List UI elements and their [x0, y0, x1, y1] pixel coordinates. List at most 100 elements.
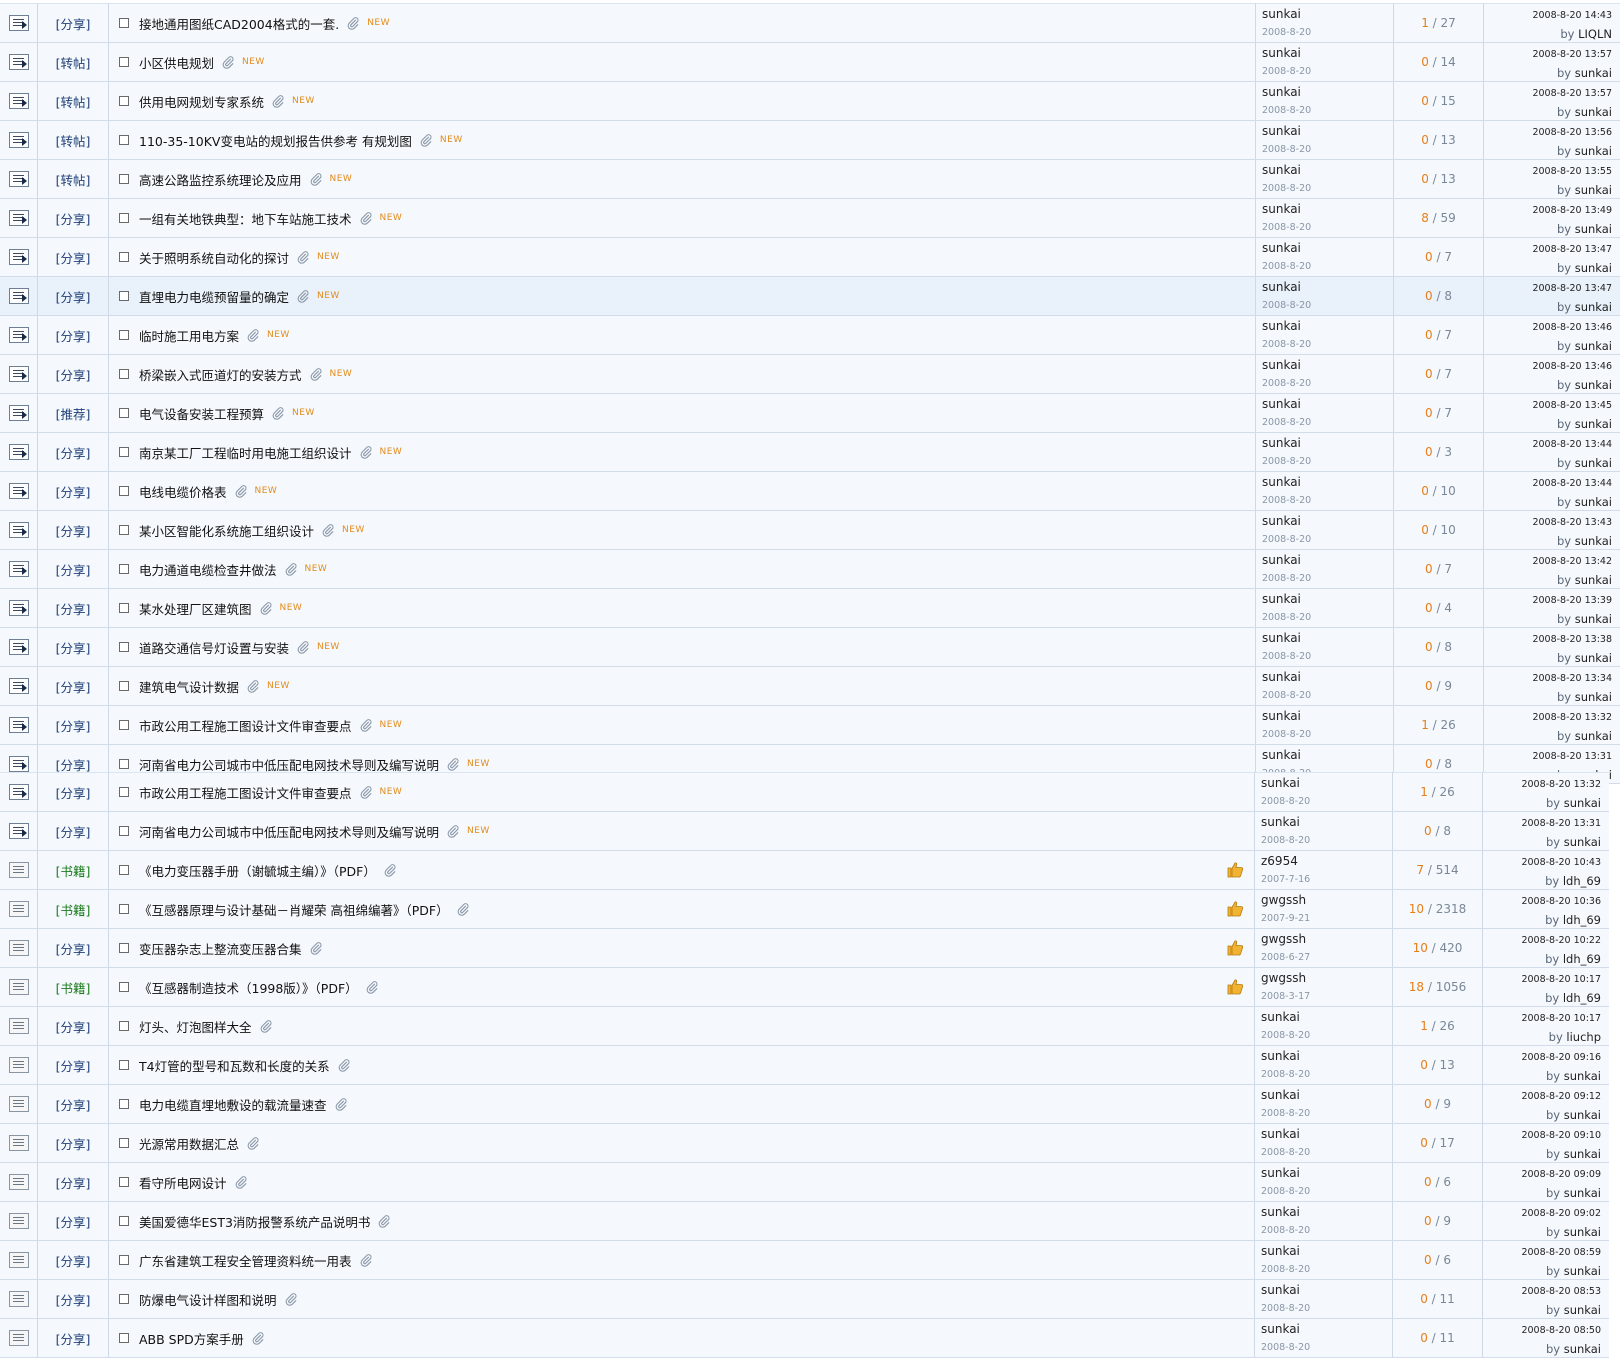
thread-title-link[interactable]: 灯头、灯泡图样大全 [139, 1020, 252, 1035]
thread-type-link[interactable]: [分享] [56, 446, 91, 461]
thread-title-link[interactable]: 电力电缆直埋地敷设的载流量速查 [139, 1098, 327, 1113]
thread-type-link[interactable]: [分享] [56, 641, 91, 656]
table-row[interactable]: [分享] 桥梁嵌入式匝道灯的安装方式 NEW sunkai 2008-8-20 0… [0, 354, 1620, 394]
thread-title-link[interactable]: 某水处理厂区建筑图 [139, 602, 252, 617]
last-post-time-link[interactable]: 2008-8-20 13:31 [1484, 751, 1612, 762]
thread-type-link[interactable]: [分享] [56, 1137, 91, 1152]
thread-type-link[interactable]: [分享] [56, 942, 91, 957]
thread-type-link[interactable]: [分享] [56, 680, 91, 695]
last-post-time-link[interactable]: 2008-8-20 10:17 [1483, 974, 1601, 985]
last-poster-link[interactable]: sunkai [1575, 573, 1612, 587]
author-link[interactable]: sunkai [1262, 670, 1393, 684]
last-poster-link[interactable]: ldh_69 [1563, 874, 1601, 888]
last-post-time-link[interactable]: 2008-8-20 13:42 [1484, 556, 1612, 567]
table-row[interactable]: [分享] 道路交通信号灯设置与安装 NEW sunkai 2008-8-20 0 … [0, 627, 1620, 667]
thread-type-link[interactable]: [分享] [56, 563, 91, 578]
last-poster-link[interactable]: sunkai [1575, 144, 1612, 158]
new-topic-icon[interactable] [8, 54, 29, 70]
last-post-time-link[interactable]: 2008-8-20 13:44 [1484, 439, 1612, 450]
last-poster-link[interactable]: sunkai [1564, 1186, 1601, 1200]
thread-type-link[interactable]: [转帖] [56, 173, 91, 188]
author-link[interactable]: sunkai [1262, 475, 1393, 489]
new-topic-icon[interactable] [8, 444, 29, 460]
last-post-time-link[interactable]: 2008-8-20 09:16 [1483, 1052, 1601, 1063]
thread-title-link[interactable]: 电气设备安装工程预算 [139, 407, 264, 422]
thread-type-link[interactable]: [书籍] [56, 864, 91, 879]
new-topic-icon[interactable] [8, 717, 29, 733]
author-link[interactable]: sunkai [1262, 85, 1393, 99]
table-row[interactable]: [分享] 防爆电气设计样图和说明 sunkai 2008-8-20 0 / 11… [0, 1279, 1609, 1319]
thread-select-checkbox[interactable] [119, 865, 129, 875]
thread-type-link[interactable]: [分享] [56, 1098, 91, 1113]
author-link[interactable]: sunkai [1262, 7, 1393, 21]
thread-title-link[interactable]: 看守所电网设计 [139, 1176, 227, 1191]
table-row[interactable]: [分享] 变压器杂志上整流变压器合集 gwgssh 2008-6-27 10 /… [0, 928, 1609, 968]
last-post-time-link[interactable]: 2008-8-20 10:36 [1483, 896, 1601, 907]
last-poster-link[interactable]: sunkai [1575, 495, 1612, 509]
thread-select-checkbox[interactable] [119, 681, 129, 691]
topic-icon[interactable] [8, 1330, 29, 1346]
table-row[interactable]: [书籍] 《互感器制造技术（1998版）》（PDF） gwgssh 2008-3… [0, 967, 1609, 1007]
author-link[interactable]: sunkai [1262, 124, 1393, 138]
thread-title-link[interactable]: 电线电缆价格表 [139, 485, 227, 500]
last-poster-link[interactable]: LIQLN [1578, 27, 1612, 41]
thread-title-link[interactable]: 《互感器原理与设计基础－肖耀荣 高祖绵编著》（PDF） [139, 903, 449, 918]
new-topic-icon[interactable] [8, 639, 29, 655]
new-topic-icon[interactable] [8, 210, 29, 226]
table-row[interactable]: [分享] 某小区智能化系统施工组织设计 NEW sunkai 2008-8-20 … [0, 510, 1620, 550]
thread-title-link[interactable]: 河南省电力公司城市中低压配电网技术导则及编写说明 [139, 758, 439, 773]
last-post-time-link[interactable]: 2008-8-20 13:45 [1484, 400, 1612, 411]
last-post-time-link[interactable]: 2008-8-20 13:57 [1484, 49, 1612, 60]
topic-icon[interactable] [8, 1291, 29, 1307]
topic-icon[interactable] [8, 1135, 29, 1151]
author-link[interactable]: sunkai [1262, 46, 1393, 60]
topic-icon[interactable] [8, 1252, 29, 1268]
last-poster-link[interactable]: sunkai [1564, 1069, 1601, 1083]
thread-select-checkbox[interactable] [119, 603, 129, 613]
table-row[interactable]: [分享] 灯头、灯泡图样大全 sunkai 2008-8-20 1 / 26 2… [0, 1006, 1609, 1046]
new-topic-icon[interactable] [8, 522, 29, 538]
topic-icon[interactable] [8, 1174, 29, 1190]
thread-type-link[interactable]: [分享] [56, 1020, 91, 1035]
last-post-time-link[interactable]: 2008-8-20 13:47 [1484, 283, 1612, 294]
thread-type-link[interactable]: [分享] [56, 1215, 91, 1230]
last-poster-link[interactable]: sunkai [1575, 261, 1612, 275]
thread-select-checkbox[interactable] [119, 904, 129, 914]
last-post-time-link[interactable]: 2008-8-20 13:31 [1483, 818, 1601, 829]
author-link[interactable]: sunkai [1261, 1166, 1392, 1180]
thread-type-link[interactable]: [分享] [56, 1332, 91, 1347]
thread-select-checkbox[interactable] [119, 486, 129, 496]
author-link[interactable]: sunkai [1262, 553, 1393, 567]
new-topic-icon[interactable] [8, 15, 29, 31]
table-row[interactable]: [分享] 电线电缆价格表 NEW sunkai 2008-8-20 0 / 10 … [0, 471, 1620, 511]
thread-select-checkbox[interactable] [119, 96, 129, 106]
new-topic-icon[interactable] [8, 483, 29, 499]
last-poster-link[interactable]: sunkai [1575, 651, 1612, 665]
author-link[interactable]: sunkai [1261, 1127, 1392, 1141]
last-poster-link[interactable]: ldh_69 [1563, 952, 1601, 966]
thread-select-checkbox[interactable] [119, 787, 129, 797]
thread-select-checkbox[interactable] [119, 447, 129, 457]
thread-title-link[interactable]: 某小区智能化系统施工组织设计 [139, 524, 314, 539]
thread-select-checkbox[interactable] [119, 982, 129, 992]
thread-select-checkbox[interactable] [119, 213, 129, 223]
last-poster-link[interactable]: sunkai [1575, 729, 1612, 743]
thread-select-checkbox[interactable] [119, 1216, 129, 1226]
thread-type-link[interactable]: [分享] [56, 719, 91, 734]
author-link[interactable]: sunkai [1262, 436, 1393, 450]
thread-select-checkbox[interactable] [119, 642, 129, 652]
thread-select-checkbox[interactable] [119, 369, 129, 379]
table-row[interactable]: [分享] 光源常用数据汇总 sunkai 2008-8-20 0 / 17 20… [0, 1123, 1609, 1163]
last-poster-link[interactable]: sunkai [1575, 612, 1612, 626]
last-poster-link[interactable]: sunkai [1575, 66, 1612, 80]
table-row[interactable]: [分享] 看守所电网设计 sunkai 2008-8-20 0 / 6 2008… [0, 1162, 1609, 1202]
last-post-time-link[interactable]: 2008-8-20 13:46 [1484, 322, 1612, 333]
thread-select-checkbox[interactable] [119, 720, 129, 730]
author-link[interactable]: sunkai [1261, 1205, 1392, 1219]
table-row[interactable]: [分享] 直埋电力电缆预留量的确定 NEW sunkai 2008-8-20 0 … [0, 276, 1620, 316]
last-poster-link[interactable]: sunkai [1564, 1264, 1601, 1278]
last-poster-link[interactable]: sunkai [1575, 222, 1612, 236]
thread-select-checkbox[interactable] [119, 1021, 129, 1031]
thread-title-link[interactable]: 防爆电气设计样图和说明 [139, 1293, 277, 1308]
author-link[interactable]: sunkai [1262, 397, 1393, 411]
